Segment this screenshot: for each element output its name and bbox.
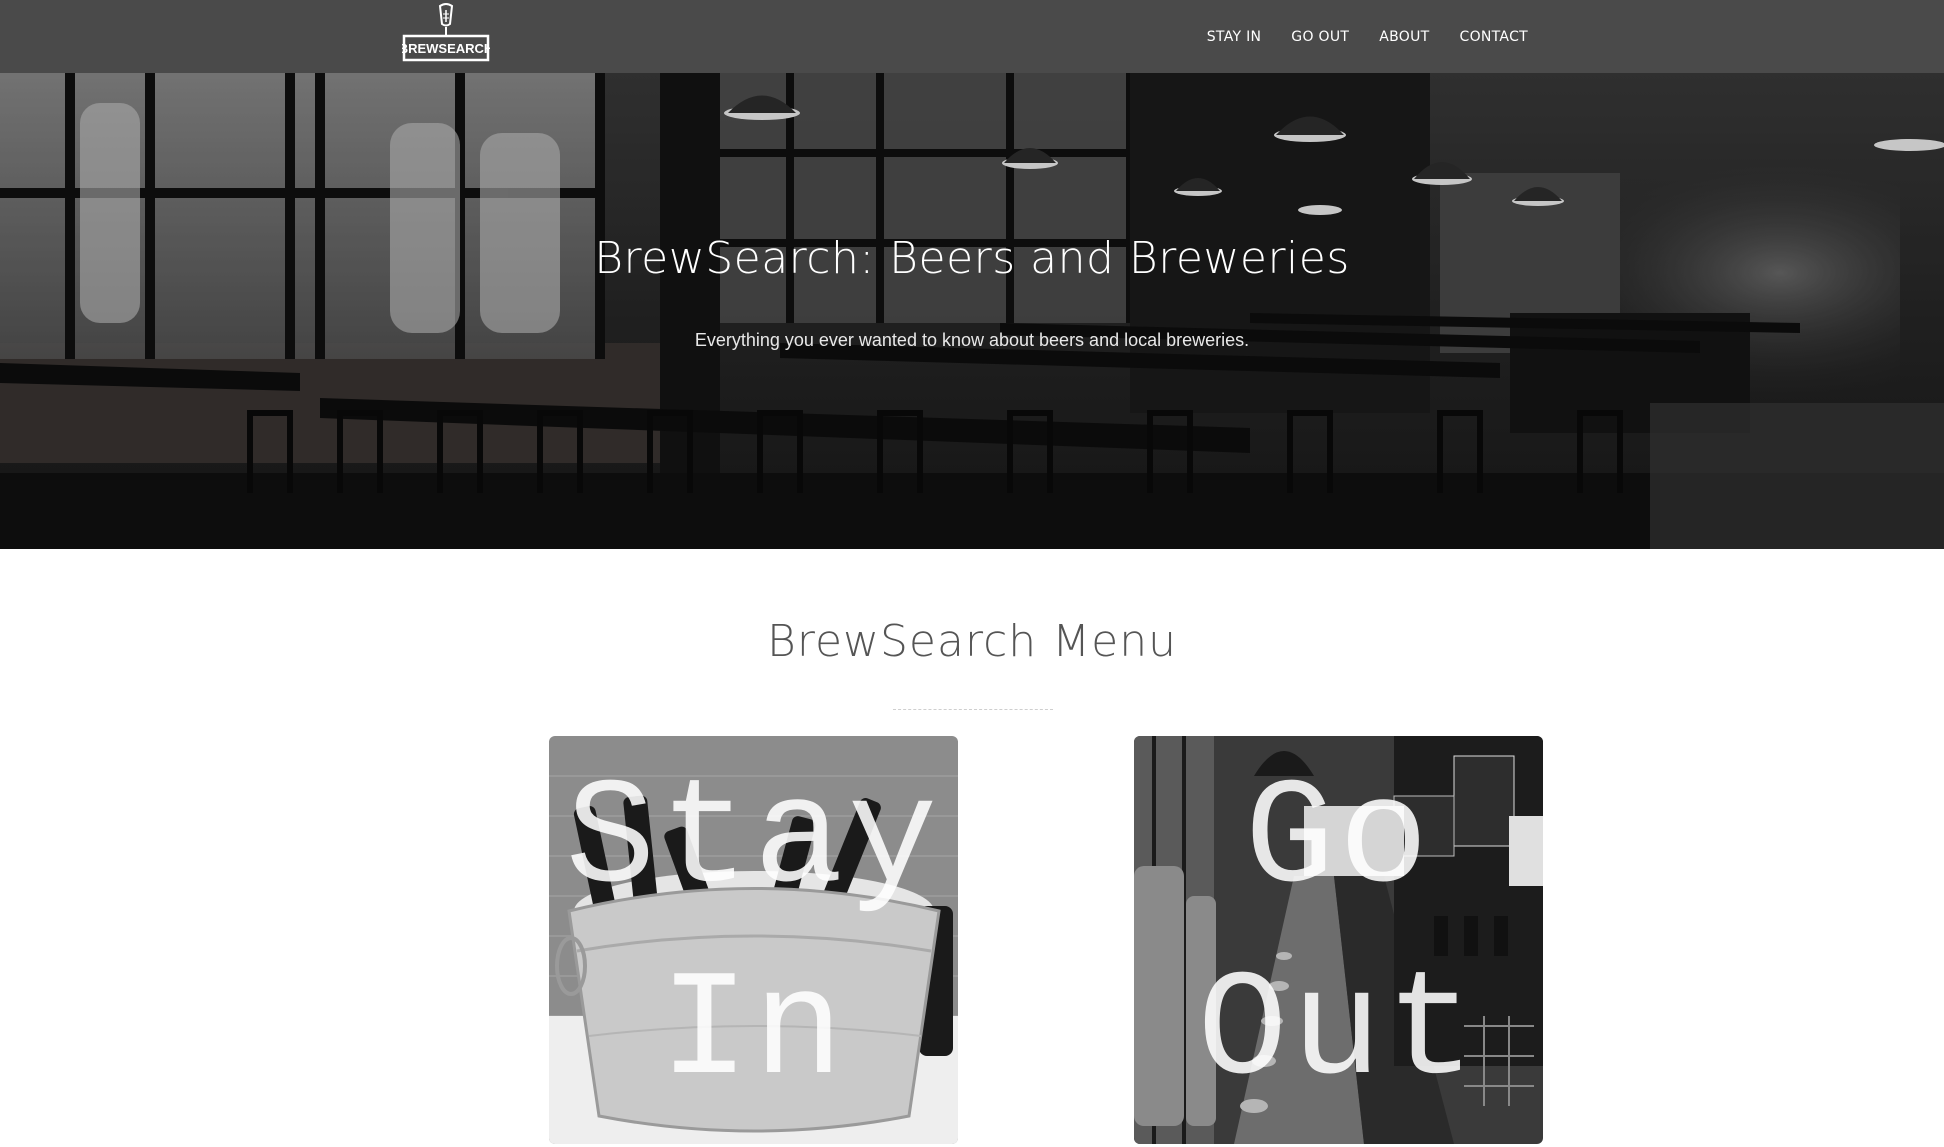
logo-wordmark: BREWSEARCH [402, 41, 490, 56]
hero-banner: BrewSearch: Beers and Breweries Everythi… [0, 73, 1944, 549]
nav-about[interactable]: ABOUT [1379, 29, 1429, 45]
nav-menu: STAY IN GO OUT ABOUT CONTACT [1207, 0, 1528, 73]
nav-contact[interactable]: CONTACT [1460, 29, 1529, 45]
go-out-label-line2: Out [1197, 948, 1480, 1118]
stay-in-label-line2: In [659, 948, 848, 1118]
hero-subtitle: Everything you ever wanted to know about… [694, 330, 1250, 350]
brewsearch-logo[interactable]: BREWSEARCH [399, 2, 493, 64]
go-out-label-line1: Go [1244, 756, 1433, 926]
go-out-card[interactable]: Go Out [1134, 736, 1543, 1144]
brewery-hall-photo [0, 73, 1944, 549]
hero-title: BrewSearch: Beers and Breweries [594, 233, 1350, 284]
nav-stay-in[interactable]: STAY IN [1207, 29, 1262, 45]
stay-in-label-line1: Stay [565, 756, 942, 926]
menu-section-title: BrewSearch Menu [767, 616, 1177, 667]
nav-go-out[interactable]: GO OUT [1291, 29, 1349, 45]
section-divider [893, 709, 1053, 710]
stay-in-card[interactable]: Stay In [549, 736, 958, 1144]
top-navbar: BREWSEARCH STAY IN GO OUT ABOUT CONTACT [0, 0, 1944, 73]
